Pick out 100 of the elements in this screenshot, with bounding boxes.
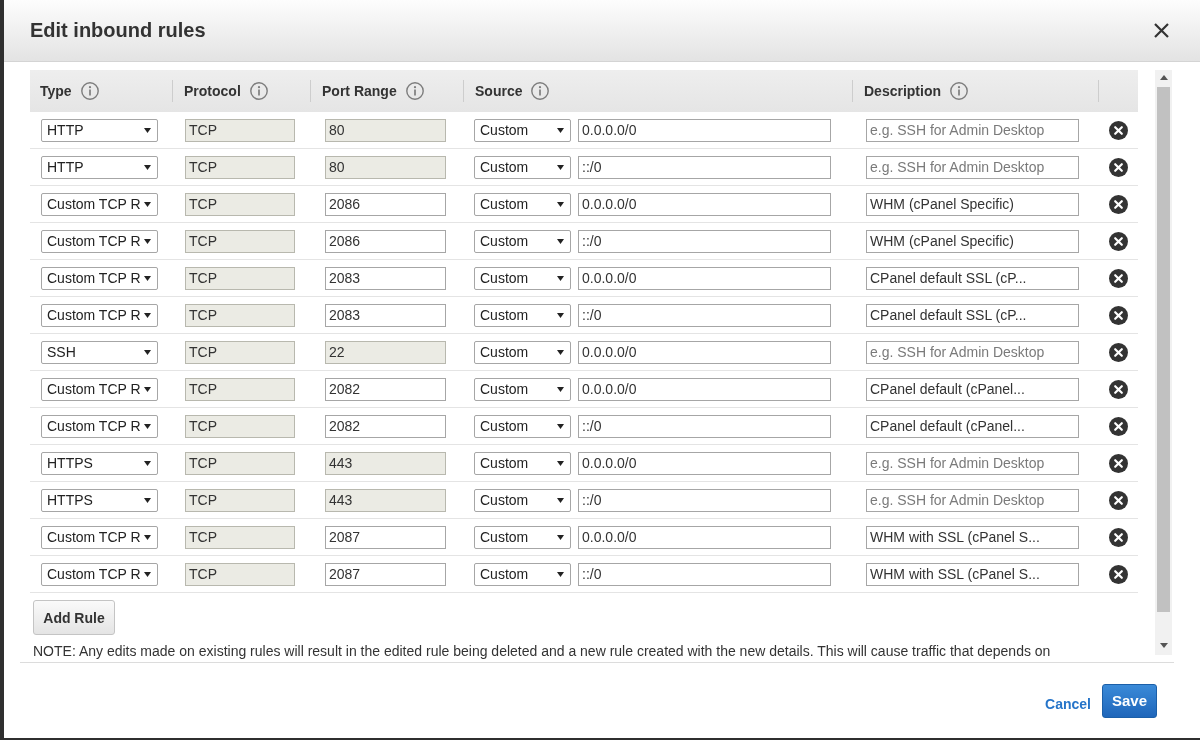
type-select[interactable]: Custom TCP R xyxy=(41,303,158,327)
source-select[interactable]: Custom xyxy=(474,229,571,253)
description-field[interactable]: CPanel default SSL (cP... xyxy=(866,266,1079,290)
scrollbar[interactable] xyxy=(1155,70,1172,655)
port-range-field[interactable]: 2086 xyxy=(325,192,446,216)
source-select[interactable]: Custom xyxy=(474,340,571,364)
scrollbar-thumb[interactable] xyxy=(1157,87,1170,612)
port-range-field[interactable]: 2087 xyxy=(325,562,446,586)
source-field[interactable]: ::/0 xyxy=(578,488,831,512)
source-field[interactable]: 0.0.0.0/0 xyxy=(578,525,831,549)
info-icon[interactable] xyxy=(249,82,268,100)
source-select[interactable]: Custom xyxy=(474,377,571,401)
description-field[interactable]: e.g. SSH for Admin Desktop xyxy=(866,340,1079,364)
caret-icon xyxy=(557,534,564,540)
caret-icon xyxy=(144,201,151,207)
info-icon[interactable] xyxy=(950,82,968,100)
info-icon[interactable] xyxy=(531,82,550,100)
description-field[interactable]: CPanel default (cPanel... xyxy=(866,377,1079,401)
caret-icon xyxy=(144,127,151,133)
description-field[interactable]: WHM (cPanel Specific) xyxy=(866,192,1079,216)
type-select[interactable]: Custom TCP R xyxy=(41,525,158,549)
description-field[interactable]: CPanel default SSL (cP... xyxy=(866,303,1079,327)
info-icon[interactable] xyxy=(80,82,99,100)
x-circle-icon[interactable] xyxy=(1108,416,1128,436)
source-field[interactable]: 0.0.0.0/0 xyxy=(578,377,831,401)
source-select[interactable]: Custom xyxy=(474,414,571,438)
source-field[interactable]: 0.0.0.0/0 xyxy=(578,451,831,475)
x-circle-icon[interactable] xyxy=(1108,268,1128,288)
source-field[interactable]: ::/0 xyxy=(578,562,831,586)
type-select[interactable]: SSH xyxy=(41,340,158,364)
x-circle-icon[interactable] xyxy=(1108,527,1128,547)
x-circle-icon[interactable] xyxy=(1108,157,1128,177)
type-select[interactable]: Custom TCP R xyxy=(41,266,158,290)
caret-icon xyxy=(557,460,564,466)
x-circle-icon[interactable] xyxy=(1108,453,1128,473)
column-header: Description xyxy=(864,83,941,99)
source-select[interactable]: Custom xyxy=(474,525,571,549)
description-field[interactable]: WHM (cPanel Specific) xyxy=(866,229,1079,253)
source-field[interactable]: 0.0.0.0/0 xyxy=(578,118,831,142)
port-range-field[interactable]: 2087 xyxy=(325,525,446,549)
info-icon[interactable] xyxy=(405,82,424,100)
cancel-link[interactable]: Cancel xyxy=(1045,696,1091,712)
description-field[interactable]: e.g. SSH for Admin Desktop xyxy=(866,118,1079,142)
port-range-field[interactable]: 2082 xyxy=(325,377,446,401)
source-field[interactable]: 0.0.0.0/0 xyxy=(578,340,831,364)
source-select[interactable]: Custom xyxy=(474,488,571,512)
port-range-field[interactable]: 2083 xyxy=(325,303,446,327)
type-select[interactable]: Custom TCP R xyxy=(41,192,158,216)
x-circle-icon[interactable] xyxy=(1108,194,1128,214)
source-select[interactable]: Custom xyxy=(474,266,571,290)
source-field[interactable]: ::/0 xyxy=(578,303,831,327)
x-circle-icon[interactable] xyxy=(1108,305,1128,325)
column-header: Source xyxy=(475,83,523,99)
caret-icon xyxy=(557,238,564,244)
type-select[interactable]: HTTP xyxy=(41,155,158,179)
close-icon[interactable] xyxy=(1154,23,1169,38)
x-circle-icon[interactable] xyxy=(1108,490,1128,510)
source-field[interactable]: 0.0.0.0/0 xyxy=(578,192,831,216)
source-field[interactable]: 0.0.0.0/0 xyxy=(578,266,831,290)
source-select[interactable]: Custom xyxy=(474,562,571,586)
description-field[interactable]: CPanel default (cPanel... xyxy=(866,414,1079,438)
type-select[interactable]: Custom TCP R xyxy=(41,229,158,253)
caret-icon xyxy=(144,423,151,429)
source-select[interactable]: Custom xyxy=(474,155,571,179)
save-button[interactable]: Save xyxy=(1102,683,1157,718)
description-field[interactable]: WHM with SSL (cPanel S... xyxy=(866,525,1079,549)
source-field[interactable]: ::/0 xyxy=(578,155,831,179)
port-range-field[interactable]: 2083 xyxy=(325,266,446,290)
triangle-down-icon[interactable] xyxy=(1159,643,1168,648)
description-field[interactable]: e.g. SSH for Admin Desktop xyxy=(866,451,1079,475)
caret-icon xyxy=(557,127,564,133)
caret-icon xyxy=(144,497,151,503)
caret-icon xyxy=(557,201,564,207)
type-select[interactable]: HTTPS xyxy=(41,488,158,512)
description-field[interactable]: e.g. SSH for Admin Desktop xyxy=(866,155,1079,179)
caret-icon xyxy=(144,534,151,540)
caret-icon xyxy=(557,312,564,318)
caret-icon xyxy=(144,164,151,170)
source-select[interactable]: Custom xyxy=(474,118,571,142)
x-circle-icon[interactable] xyxy=(1108,120,1128,140)
source-field[interactable]: ::/0 xyxy=(578,229,831,253)
port-range-field[interactable]: 2086 xyxy=(325,229,446,253)
type-select[interactable]: HTTP xyxy=(41,118,158,142)
source-select[interactable]: Custom xyxy=(474,192,571,216)
type-select[interactable]: Custom TCP R xyxy=(41,377,158,401)
add-rule-button[interactable]: Add Rule xyxy=(33,600,115,635)
x-circle-icon[interactable] xyxy=(1108,564,1128,584)
x-circle-icon[interactable] xyxy=(1108,342,1128,362)
description-field[interactable]: WHM with SSL (cPanel S... xyxy=(866,562,1079,586)
source-field[interactable]: ::/0 xyxy=(578,414,831,438)
type-select[interactable]: HTTPS xyxy=(41,451,158,475)
triangle-up-icon[interactable] xyxy=(1159,75,1168,80)
source-select[interactable]: Custom xyxy=(474,451,571,475)
x-circle-icon[interactable] xyxy=(1108,231,1128,251)
port-range-field[interactable]: 2082 xyxy=(325,414,446,438)
type-select[interactable]: Custom TCP R xyxy=(41,562,158,586)
source-select[interactable]: Custom xyxy=(474,303,571,327)
type-select[interactable]: Custom TCP R xyxy=(41,414,158,438)
description-field[interactable]: e.g. SSH for Admin Desktop xyxy=(866,488,1079,512)
x-circle-icon[interactable] xyxy=(1108,379,1128,399)
